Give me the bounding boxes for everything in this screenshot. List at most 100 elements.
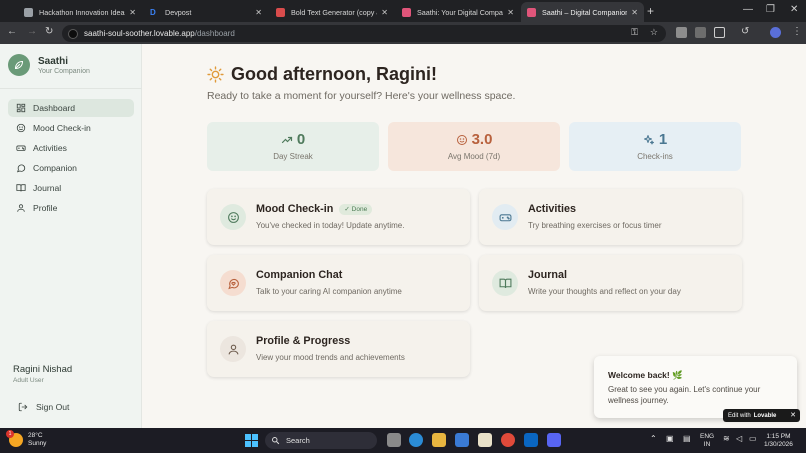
leaf-logo-icon: [8, 54, 30, 76]
card-profile-progress[interactable]: Profile & Progress View your mood trends…: [207, 321, 470, 377]
stat-label: Avg Mood (7d): [447, 152, 501, 161]
sidebar-item-dashboard[interactable]: Dashboard: [8, 99, 134, 117]
tray-app-icon[interactable]: ▣: [666, 434, 674, 443]
reload-icon[interactable]: ↻: [45, 26, 53, 37]
brand: Saathi Your Companion: [8, 54, 90, 76]
close-icon[interactable]: ✕: [631, 8, 638, 17]
edit-with-lovable-button[interactable]: Edit with Lovable ✕: [723, 409, 800, 422]
sign-out-button[interactable]: Sign Out: [18, 402, 69, 412]
card-activities[interactable]: Activities Try breathing exercises or fo…: [479, 189, 742, 245]
chevron-up-icon[interactable]: ⌃: [650, 434, 657, 443]
clock[interactable]: 1:15 PM 1/30/2026: [764, 433, 793, 449]
lovable-prefix: Edit with: [728, 412, 751, 419]
stat-label: Day Streak: [273, 152, 313, 161]
toast-title: Welcome back! 🌿: [608, 370, 683, 380]
forward-icon[interactable]: →: [27, 26, 37, 37]
close-icon[interactable]: ✕: [790, 411, 796, 419]
new-tab-button[interactable]: +: [647, 4, 654, 18]
browser-tab-active[interactable]: Saathi – Digital Companion for ✕: [521, 2, 644, 22]
close-icon[interactable]: ✕: [255, 8, 262, 17]
address-bar[interactable]: saathi-soul-soother.lovable.app/dashboar…: [62, 25, 666, 42]
greeting: Good afternoon, Ragini!: [207, 64, 437, 85]
browser-tab[interactable]: Hackathon Innovation Ideas ✕: [18, 2, 142, 22]
brand-subtitle: Your Companion: [38, 67, 90, 75]
extension-icon[interactable]: [695, 27, 706, 38]
book-icon: [16, 184, 26, 192]
sidebar-item-label: Dashboard: [33, 103, 76, 113]
sidebar: Saathi Your Companion Dashboard Mood Che…: [0, 44, 142, 428]
card-icon: [492, 204, 518, 230]
history-icon[interactable]: ↺: [741, 26, 749, 37]
language-code: ENG: [700, 433, 715, 440]
browser-tab-strip: Hackathon Innovation Ideas ✕ D Devpost ✕…: [0, 0, 806, 22]
store-icon[interactable]: [455, 433, 469, 447]
chrome-icon[interactable]: [501, 433, 515, 447]
password-key-icon[interactable]: ⚿: [631, 27, 638, 38]
search-icon: [272, 437, 280, 445]
user-name: Ragini Nishad: [13, 364, 73, 375]
card-journal[interactable]: Journal Write your thoughts and reflect …: [479, 255, 742, 311]
tab-favicon-icon: [24, 7, 33, 17]
language-indicator[interactable]: ENG IN: [700, 433, 714, 449]
wifi-icon[interactable]: ≋: [723, 434, 730, 443]
browser-tab[interactable]: Bold Text Generator (copy & p ✕: [270, 2, 394, 22]
card-title: Activities: [528, 203, 577, 215]
close-window-icon[interactable]: ✕: [790, 4, 798, 15]
windows-start-icon[interactable]: [245, 434, 258, 447]
sidebar-item-label: Companion: [33, 163, 77, 173]
close-icon[interactable]: ✕: [507, 8, 514, 17]
taskbar-search[interactable]: Search: [265, 432, 377, 449]
extensions-puzzle-icon[interactable]: [714, 27, 725, 38]
extension-icon[interactable]: [676, 27, 687, 38]
back-icon[interactable]: ←: [7, 26, 17, 37]
card-title: Companion Chat: [256, 269, 343, 281]
page-title: Good afternoon, Ragini!: [231, 64, 437, 84]
card-companion-chat[interactable]: Companion Chat Talk to your caring AI co…: [207, 255, 470, 311]
menu-icon[interactable]: ⋮: [792, 26, 802, 37]
close-icon[interactable]: ✕: [381, 8, 388, 17]
smile-icon: [16, 123, 26, 133]
status-badge: ✓ Done: [339, 203, 373, 215]
card-icon: [220, 204, 246, 230]
browser-tab[interactable]: D Devpost ✕: [144, 2, 268, 22]
discord-icon[interactable]: [547, 433, 561, 447]
clock-time: 1:15 PM: [766, 433, 791, 440]
user-info: Ragini Nishad Adult User: [13, 364, 72, 384]
lovable-brand: Lovable: [753, 412, 777, 419]
logout-icon: [18, 402, 28, 412]
sidebar-item-journal[interactable]: Journal: [8, 179, 134, 197]
user-role: Adult User: [13, 377, 44, 384]
card-mood-checkin[interactable]: Mood Check-in ✓ Done You've checked in to…: [207, 189, 470, 245]
restore-icon[interactable]: ❐: [766, 4, 775, 15]
tray-app-icon[interactable]: ▤: [683, 434, 691, 443]
profile-avatar[interactable]: [770, 27, 781, 38]
bookmark-star-icon[interactable]: ☆: [650, 27, 658, 38]
sun-icon: [207, 66, 224, 83]
notification-badge: 1: [6, 430, 14, 438]
site-info-icon[interactable]: [68, 28, 78, 39]
volume-icon[interactable]: ◁: [736, 434, 742, 443]
file-explorer-icon[interactable]: [432, 433, 446, 447]
minimize-icon[interactable]: —: [743, 4, 753, 15]
app-icon[interactable]: [478, 433, 492, 447]
battery-icon[interactable]: ▭: [749, 434, 757, 443]
edge-icon[interactable]: [409, 433, 423, 447]
tab-title: Bold Text Generator (copy & p: [291, 7, 377, 17]
clock-date: 1/30/2026: [764, 441, 793, 448]
stat-value: 1: [658, 131, 668, 148]
card-description: Talk to your caring AI companion anytime: [256, 287, 402, 296]
sidebar-item-activities[interactable]: Activities: [8, 139, 134, 157]
weather-widget[interactable]: 1 28°C Sunny: [6, 430, 47, 448]
weather-condition: Sunny: [28, 440, 47, 447]
sidebar-item-companion[interactable]: Companion: [8, 159, 134, 177]
task-view-icon[interactable]: [387, 433, 401, 447]
close-icon[interactable]: ✕: [129, 8, 136, 17]
user-icon: [17, 204, 25, 212]
linkedin-icon[interactable]: [524, 433, 538, 447]
card-title: Journal: [528, 269, 567, 281]
sidebar-item-mood-checkin[interactable]: Mood Check-in: [8, 119, 134, 137]
temperature: 28°C: [28, 432, 43, 439]
tab-favicon-icon: D: [150, 7, 156, 17]
browser-tab[interactable]: Saathi: Your Digital Companion ✕: [396, 2, 520, 22]
sidebar-item-profile[interactable]: Profile: [8, 199, 134, 217]
